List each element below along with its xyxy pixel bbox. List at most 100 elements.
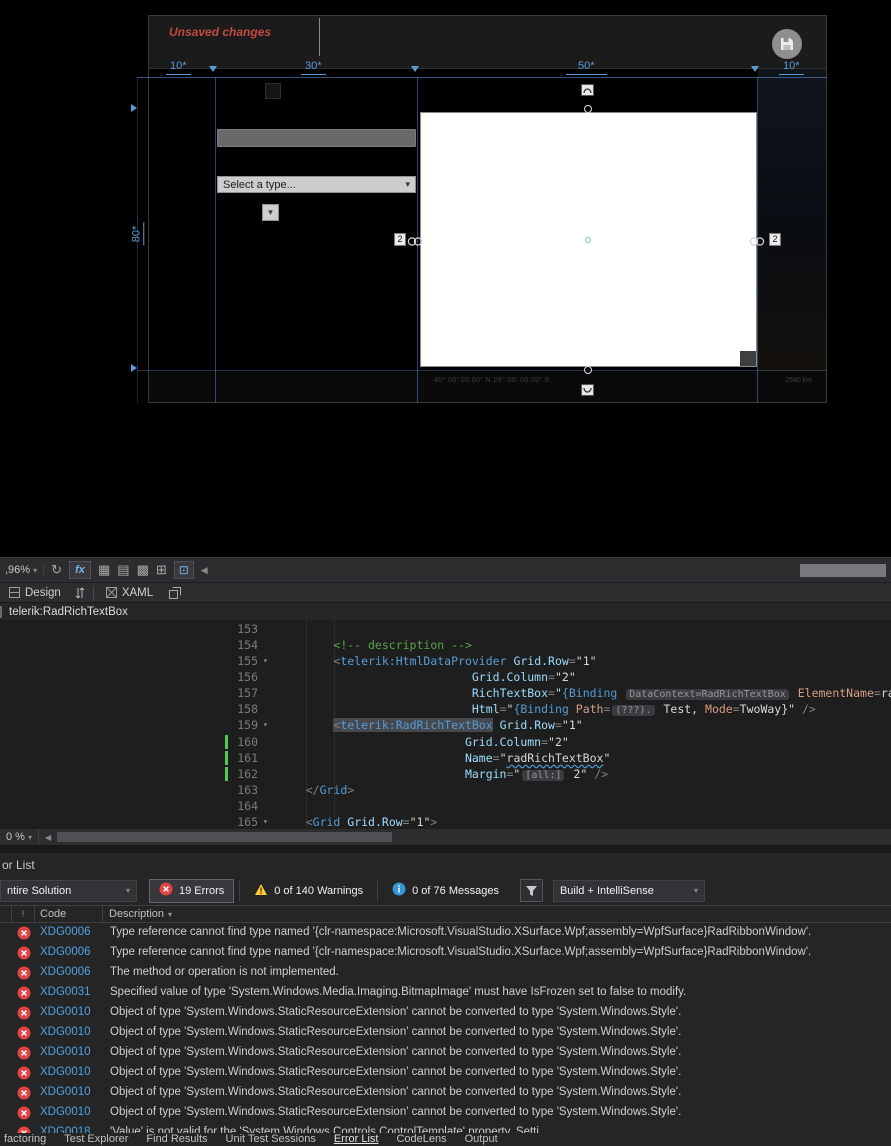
description-column-header[interactable]: Description ▾ [103, 906, 891, 922]
editor-line[interactable]: 161 Name="radRichTextBox" [0, 750, 891, 766]
error-code-link[interactable]: XDG0018 [40, 1126, 91, 1133]
center-anchor-handle[interactable] [585, 237, 591, 243]
column-width-label[interactable]: 10* [166, 60, 191, 75]
editor-line[interactable]: 158 Html="{Binding Path= (???). Test, Mod… [0, 701, 891, 717]
editor-line[interactable]: 163 </Grid> [0, 782, 891, 798]
error-code-link[interactable]: XDG0006 [40, 926, 91, 938]
designed-textbox[interactable] [217, 129, 416, 147]
errors-filter-button[interactable]: 19 Errors [149, 878, 235, 903]
collapse-left-icon[interactable]: ◀ [201, 561, 208, 579]
editor-hscrollbar-thumb[interactable] [57, 832, 393, 842]
error-code-link[interactable]: XDG0031 [40, 986, 91, 998]
grid-rails-icon[interactable]: ▤ [117, 561, 129, 579]
column-width-label[interactable]: 30* [301, 60, 326, 75]
error-row[interactable]: XDG0018 'Value' is not valid for the 'Sys… [0, 1123, 891, 1133]
error-code-link[interactable]: XDG0010 [40, 1066, 91, 1078]
effects-toggle-icon[interactable]: fx [69, 561, 91, 579]
row-marker-icon[interactable] [131, 364, 137, 372]
margin-right-value[interactable]: 2 [769, 233, 781, 246]
editor-line[interactable]: 159 ▾ <telerik:RadRichTextBox Grid.Row="1… [0, 717, 891, 733]
column-width-label[interactable]: 10* [779, 60, 804, 75]
margin-left-value[interactable]: 2 [394, 233, 406, 246]
error-code-link[interactable]: XDG0006 [40, 946, 91, 958]
error-row[interactable]: XDG0006 Type reference cannot find type n… [0, 923, 891, 943]
designed-combobox[interactable]: Select a type... ▾ [217, 176, 416, 193]
bottom-tab-test-explorer[interactable]: Test Explorer [55, 1133, 137, 1146]
snap-grid-icon[interactable]: ▩ [137, 561, 149, 579]
designed-dropdown-button[interactable]: ▾ [262, 204, 279, 221]
scope-filter-dropdown[interactable]: ntire Solution ▾ [0, 879, 137, 902]
error-code-link[interactable]: XDG0006 [40, 966, 91, 978]
snapping-icon[interactable]: ⊞ [156, 561, 167, 579]
fold-arrow-icon[interactable]: ▾ [263, 653, 268, 669]
margin-anchor-bottom-icon[interactable] [581, 384, 594, 396]
severity-column-header[interactable]: ! [12, 906, 35, 922]
resize-grip[interactable] [740, 351, 756, 366]
filter-button[interactable] [519, 879, 543, 902]
error-row[interactable]: XDG0010 Object of type 'System.Windows.St… [0, 1023, 891, 1043]
error-code-link[interactable]: XDG0010 [40, 1086, 91, 1098]
error-row[interactable]: XDG0006 The method or operation is not im… [0, 963, 891, 983]
margin-anchor-top-icon[interactable] [581, 84, 594, 96]
tab-design[interactable]: Design [0, 583, 70, 602]
bottom-tab-factoring[interactable]: factoring [2, 1133, 55, 1146]
editor-line[interactable]: 160 Grid.Column="2" [0, 734, 891, 750]
error-code-link[interactable]: XDG0010 [40, 1046, 91, 1058]
margin-chain-right-icon[interactable] [749, 234, 765, 252]
editor-hscrollbar[interactable] [57, 829, 891, 845]
error-row[interactable]: XDG0010 Object of type 'System.Windows.St… [0, 1083, 891, 1103]
bottom-tab-find-results[interactable]: Find Results [137, 1133, 216, 1146]
error-code-link[interactable]: XDG0010 [40, 1006, 91, 1018]
snaplines-toggle-icon[interactable]: ⊡ [173, 561, 194, 579]
error-row[interactable]: XDG0010 Object of type 'System.Windows.St… [0, 1063, 891, 1083]
fold-arrow-icon[interactable]: ▾ [263, 814, 268, 829]
breadcrumb-element[interactable]: telerik:RadRichTextBox [9, 606, 128, 618]
popout-icon[interactable] [162, 583, 188, 602]
editor-line[interactable]: 155 ▾ <telerik:HtmlDataProvider Grid.Row=… [0, 653, 891, 669]
column-marker-icon[interactable] [209, 66, 217, 72]
messages-filter-button[interactable]: 0 of 76 Messages [383, 879, 508, 903]
error-row[interactable]: XDG0010 Object of type 'System.Windows.St… [0, 1103, 891, 1123]
error-row[interactable]: XDG0010 Object of type 'System.Windows.St… [0, 1003, 891, 1023]
editor-line[interactable]: 164 [0, 798, 891, 814]
error-code-link[interactable]: XDG0010 [40, 1026, 91, 1038]
row-marker-icon[interactable] [131, 104, 137, 112]
xaml-editor[interactable]: 153 154 <!-- description --> 155 ▾ <telerik… [0, 620, 891, 829]
bottom-tab-output[interactable]: Output [456, 1133, 507, 1146]
margin-chain-left-icon[interactable] [407, 234, 423, 252]
resize-handle-top[interactable] [584, 105, 592, 113]
editor-line[interactable]: 157 RichTextBox="{Binding DataContext=Ra… [0, 685, 891, 701]
panel-divider[interactable] [0, 845, 891, 853]
designer-hscrollbar-thumb[interactable] [800, 563, 886, 577]
column-marker-icon[interactable] [411, 66, 419, 72]
error-row[interactable]: XDG0031 Specified value of type 'System.W… [0, 983, 891, 1003]
row-height-label[interactable]: 80* [130, 222, 145, 246]
scroll-left-icon[interactable]: ◀ [39, 833, 57, 842]
code-column-header[interactable]: Code [35, 906, 103, 922]
designed-image-placeholder[interactable] [265, 83, 281, 99]
bottom-tab-error-list[interactable]: Error List [325, 1133, 388, 1146]
editor-line[interactable]: 162 Margin=" [all:] 2" /> [0, 766, 891, 782]
bottom-tab-codelens[interactable]: CodeLens [387, 1133, 455, 1146]
grid-column-line[interactable] [215, 77, 216, 403]
warnings-filter-button[interactable]: 0 of 140 Warnings [245, 879, 372, 903]
bottom-tab-unit-test-sessions[interactable]: Unit Test Sessions [217, 1133, 325, 1146]
zoom-combobox[interactable]: ,96% ▾ [5, 564, 45, 576]
editor-line[interactable]: 165 ▾ <Grid Grid.Row="1"> [0, 814, 891, 829]
editor-line[interactable]: 154 <!-- description --> [0, 637, 891, 653]
column-marker-icon[interactable] [751, 66, 759, 72]
error-row[interactable]: XDG0010 Object of type 'System.Windows.St… [0, 1043, 891, 1063]
save-icon[interactable] [772, 29, 802, 59]
column-width-label[interactable]: 50* [566, 60, 607, 75]
swap-panes-icon[interactable] [70, 583, 90, 602]
editor-line[interactable]: 156 Grid.Column="2" [0, 669, 891, 685]
editor-line[interactable]: 153 [0, 621, 891, 637]
refresh-icon[interactable]: ↻ [51, 561, 62, 579]
fold-arrow-icon[interactable]: ▾ [263, 717, 268, 733]
tab-xaml[interactable]: XAML [97, 583, 162, 602]
grid-row-line[interactable] [137, 370, 827, 371]
editor-zoom-combobox[interactable]: 0 % ▾ [0, 829, 39, 845]
source-filter-dropdown[interactable]: Build + IntelliSense ▾ [552, 879, 705, 902]
resize-handle-bottom[interactable] [584, 366, 592, 374]
error-row[interactable]: XDG0006 Type reference cannot find type n… [0, 943, 891, 963]
